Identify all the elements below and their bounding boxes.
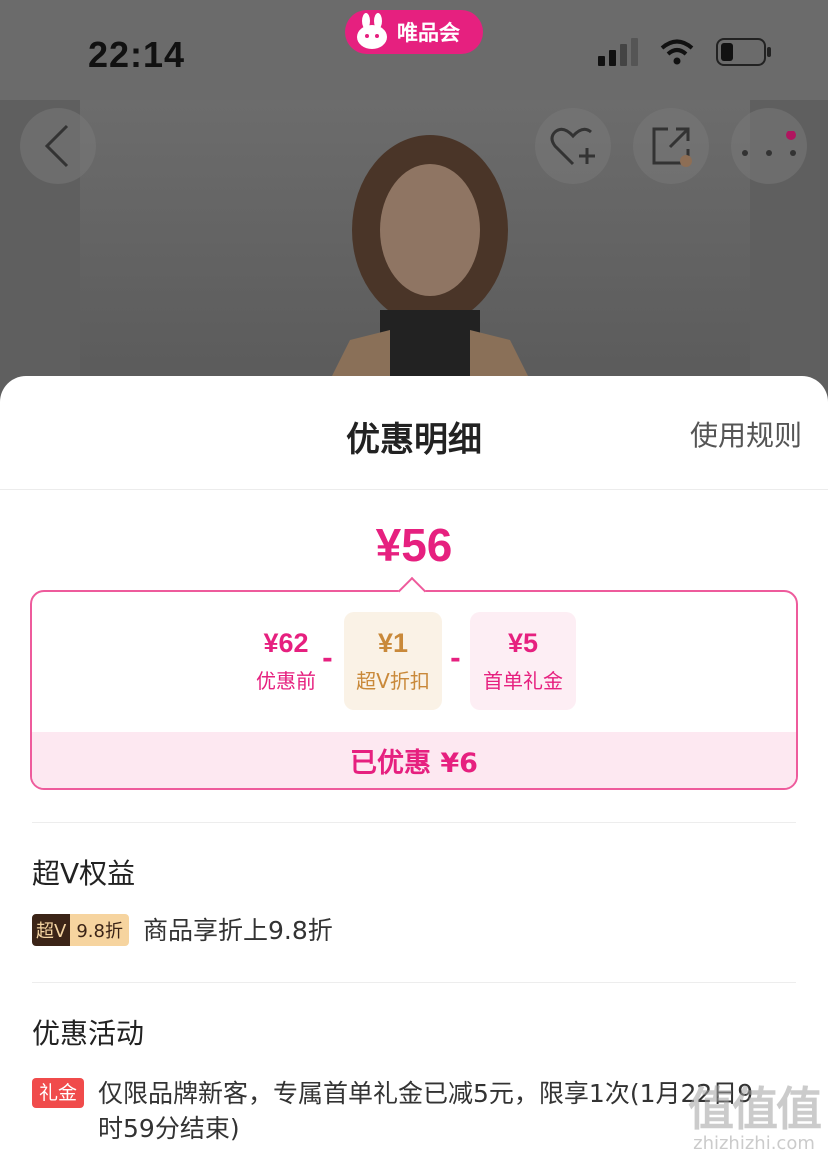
original-price-item: ¥62 优惠前	[236, 612, 336, 710]
first-order-gift-amount: ¥5	[507, 628, 539, 658]
favorite-button[interactable]	[535, 108, 611, 184]
sheet-header: 优惠明细 使用规则	[0, 376, 828, 490]
breakdown-row: ¥62 优惠前 - ¥1 超V折扣 - ¥5 首单礼金	[32, 612, 796, 712]
status-time: 22:14	[88, 34, 186, 75]
share-icon	[652, 127, 692, 167]
gift-tag: 礼金	[32, 1078, 85, 1108]
svip-discount-item: ¥1 超V折扣	[344, 612, 442, 710]
wifi-icon	[660, 39, 694, 65]
watermark-logo: 值值值	[688, 1082, 822, 1136]
promo-section-title: 优惠活动	[32, 1017, 145, 1050]
back-icon	[44, 124, 69, 168]
brand-name: 唯品会	[397, 21, 460, 45]
product-page-backdrop: 22:14 唯品会	[0, 0, 828, 400]
watermark: 值值值 zhizhizhi.com	[688, 1073, 822, 1154]
first-order-gift-item: ¥5 首单礼金	[470, 612, 576, 710]
original-price-label: 优惠前	[256, 669, 316, 693]
watermark-domain: zhizhizhi.com	[693, 1133, 815, 1154]
original-price-amount: ¥62	[263, 628, 309, 658]
section-divider	[32, 822, 796, 823]
battery-icon	[716, 38, 771, 66]
heart-plus-icon	[550, 127, 595, 166]
svip-benefit-text: 商品享折上9.8折	[142, 916, 333, 945]
price-breakdown-card: ¥62 优惠前 - ¥1 超V折扣 - ¥5 首单礼金 已优惠 ¥6	[30, 590, 798, 790]
svip-discount-amount: ¥1	[377, 628, 409, 658]
rabbit-mascot-icon	[357, 13, 387, 49]
svip-badge-discount: 9.8折	[70, 914, 129, 946]
discount-detail-sheet: 优惠明细 使用规则 ¥56 ¥62 优惠前 - ¥1 超V折扣 - ¥5 首单礼…	[0, 376, 828, 1162]
more-button[interactable]	[731, 108, 807, 184]
first-order-gift-label: 首单礼金	[483, 669, 563, 693]
total-saved: 已优惠 ¥6	[32, 732, 796, 788]
svip-badge-label: 超V	[32, 914, 71, 946]
share-button[interactable]	[633, 108, 709, 184]
svip-badge: 超V 9.8折	[32, 914, 129, 946]
model-figure	[320, 135, 540, 400]
svip-discount-label: 超V折扣	[356, 669, 430, 693]
brand-pill[interactable]: 唯品会	[345, 10, 483, 54]
minus-sign: -	[450, 644, 461, 674]
svip-benefit-row: 超V 9.8折 商品享折上9.8折	[32, 914, 333, 948]
back-button[interactable]	[20, 108, 96, 184]
section-divider	[32, 982, 796, 983]
system-icons	[598, 38, 772, 66]
promo-activity-row: 礼金 仅限品牌新客，专属首单礼金已减5元，限享1次(1月22日9时59分结束)	[32, 1076, 778, 1146]
promo-activity-text: 仅限品牌新客，专属首单礼金已减5元，限享1次(1月22日9时59分结束)	[98, 1079, 754, 1143]
minus-sign: -	[322, 644, 333, 674]
signal-icon	[598, 38, 638, 66]
more-icon	[742, 131, 796, 156]
usage-rules-link[interactable]: 使用规则	[690, 414, 802, 454]
final-price: ¥56	[375, 519, 453, 571]
svip-section-title: 超V权益	[32, 857, 136, 890]
